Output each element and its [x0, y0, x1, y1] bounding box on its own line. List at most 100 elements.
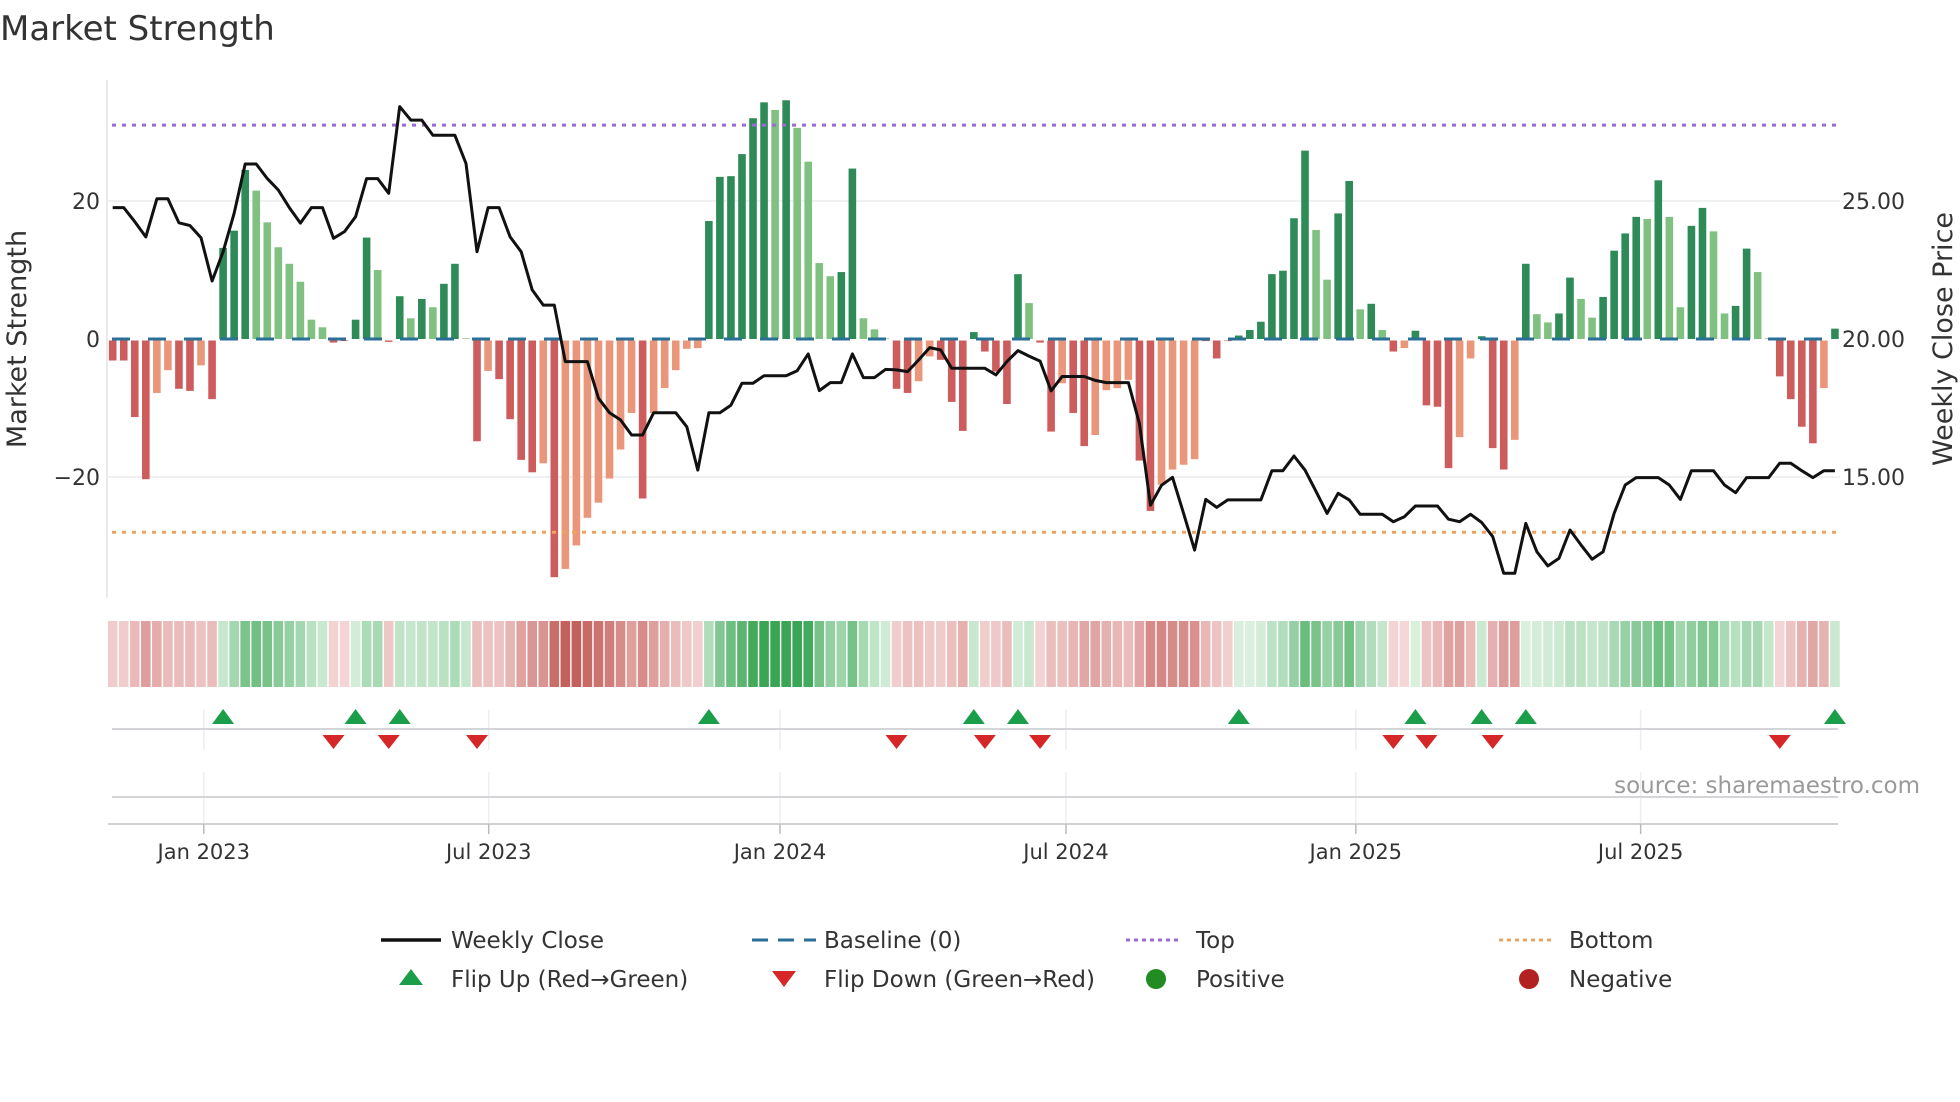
strength-bar: [1775, 340, 1784, 377]
strength-bar: [517, 340, 525, 460]
heatmap-cell: [1035, 621, 1045, 687]
strength-bar: [340, 340, 349, 342]
strength-bar: [252, 190, 261, 339]
strength-bar: [826, 276, 835, 339]
strength-bar: [175, 340, 183, 389]
heatmap-cell: [704, 621, 714, 687]
strength-bar: [1367, 303, 1376, 339]
x-tick-label: Jan 2024: [732, 840, 827, 864]
flip-down-marker: [1415, 735, 1438, 749]
heatmap-cell: [240, 621, 250, 687]
heatmap-cell: [1267, 621, 1277, 687]
strength-bar: [1345, 180, 1353, 339]
strength-bar: [451, 263, 459, 339]
heatmap-cell: [1068, 621, 1078, 687]
strength-bar: [1014, 274, 1022, 339]
heatmap-cell: [1090, 621, 1101, 687]
strength-bar: [1555, 313, 1563, 339]
heatmap-cell: [836, 621, 847, 687]
heatmap-cell: [969, 621, 979, 687]
flip-markers-panel: [112, 709, 1846, 825]
heatmap-cell: [604, 621, 615, 687]
heatmap-cell: [737, 621, 747, 687]
x-tick-label: Jul 2023: [444, 840, 531, 864]
heatmap-cell: [1554, 621, 1564, 687]
x-tick-label: Jan 2023: [156, 840, 251, 864]
heatmap-cell: [118, 621, 129, 687]
heatmap-cell: [902, 621, 913, 687]
heatmap-cell: [626, 621, 637, 687]
heatmap-cell: [383, 621, 394, 687]
heatmap-cell: [1730, 621, 1741, 687]
heatmap-cell: [637, 621, 648, 687]
legend-label: Top: [1195, 928, 1235, 954]
heatmap-cell: [1432, 621, 1443, 687]
strength-bar: [1113, 340, 1122, 389]
heatmap-cell: [273, 621, 284, 687]
heatmap-cell: [1178, 621, 1189, 687]
heatmap-cell: [207, 621, 217, 687]
strength-bar: [837, 272, 846, 339]
heatmap-cell: [174, 621, 184, 687]
strength-bar: [1621, 233, 1629, 339]
strength-bar: [142, 340, 150, 480]
strength-bar: [462, 338, 470, 339]
strength-bar: [406, 318, 415, 339]
heatmap-cell: [891, 621, 902, 687]
y2-tick-label: 15.00: [1842, 466, 1905, 491]
heatmap-cell: [1156, 621, 1167, 687]
strength-bar: [859, 318, 868, 339]
heatmap-cell: [1454, 621, 1465, 687]
strength-bar: [1466, 340, 1475, 359]
heatmap-cell: [1024, 621, 1034, 687]
flip-up-marker: [1470, 709, 1493, 724]
strength-bar: [1246, 330, 1254, 339]
heatmap-cell: [1013, 621, 1023, 687]
heatmap-cell: [1333, 621, 1343, 687]
strength-bar: [1003, 340, 1011, 404]
strength-bar: [1323, 279, 1331, 339]
heatmap-cell: [1245, 621, 1255, 687]
strength-bar: [1080, 340, 1089, 447]
heatmap-cell: [295, 621, 306, 687]
flip-down-marker: [377, 735, 400, 749]
heatmap-cell: [814, 621, 825, 687]
legend-circle-icon: [1146, 969, 1166, 989]
flip-down-marker: [1768, 735, 1791, 749]
strength-bar: [1687, 225, 1696, 339]
heatmap-cell: [1167, 621, 1178, 687]
heatmap-cell: [361, 621, 372, 687]
strength-bar: [627, 340, 636, 413]
heatmap-cell: [1465, 621, 1476, 687]
heatmap-cell: [1322, 621, 1332, 687]
strength-bar: [1422, 340, 1431, 406]
heatmap-cell: [924, 621, 935, 687]
heatmap-cell: [792, 621, 802, 687]
strength-bar: [638, 340, 647, 499]
strength-bar: [760, 102, 768, 339]
heatmap-cell: [1797, 621, 1807, 687]
strength-bar: [694, 340, 702, 349]
strength-bar: [1786, 340, 1795, 400]
strength-bar: [362, 237, 371, 339]
heatmap-cell: [1222, 621, 1233, 687]
strength-bar: [1566, 277, 1574, 339]
flip-up-marker: [1404, 709, 1427, 724]
strength-bar: [296, 281, 305, 339]
heatmap-cell: [428, 621, 438, 687]
strength-bar: [572, 340, 581, 546]
strength-bar: [197, 340, 205, 366]
strength-bar: [1356, 309, 1365, 339]
y2-axis-label: Weekly Close Price: [1928, 212, 1959, 466]
flip-up-marker: [1227, 709, 1250, 724]
heatmap-cell: [770, 621, 780, 687]
strength-bar: [947, 340, 956, 402]
strength-bar: [738, 154, 746, 339]
strength-bar: [230, 230, 238, 339]
strength-bar: [1599, 296, 1607, 339]
heatmap-cell: [847, 621, 858, 687]
heatmap-cell: [1002, 621, 1012, 687]
heatmap-cell: [659, 621, 670, 687]
heatmap-cell: [693, 621, 703, 687]
flip-up-marker: [344, 709, 367, 724]
